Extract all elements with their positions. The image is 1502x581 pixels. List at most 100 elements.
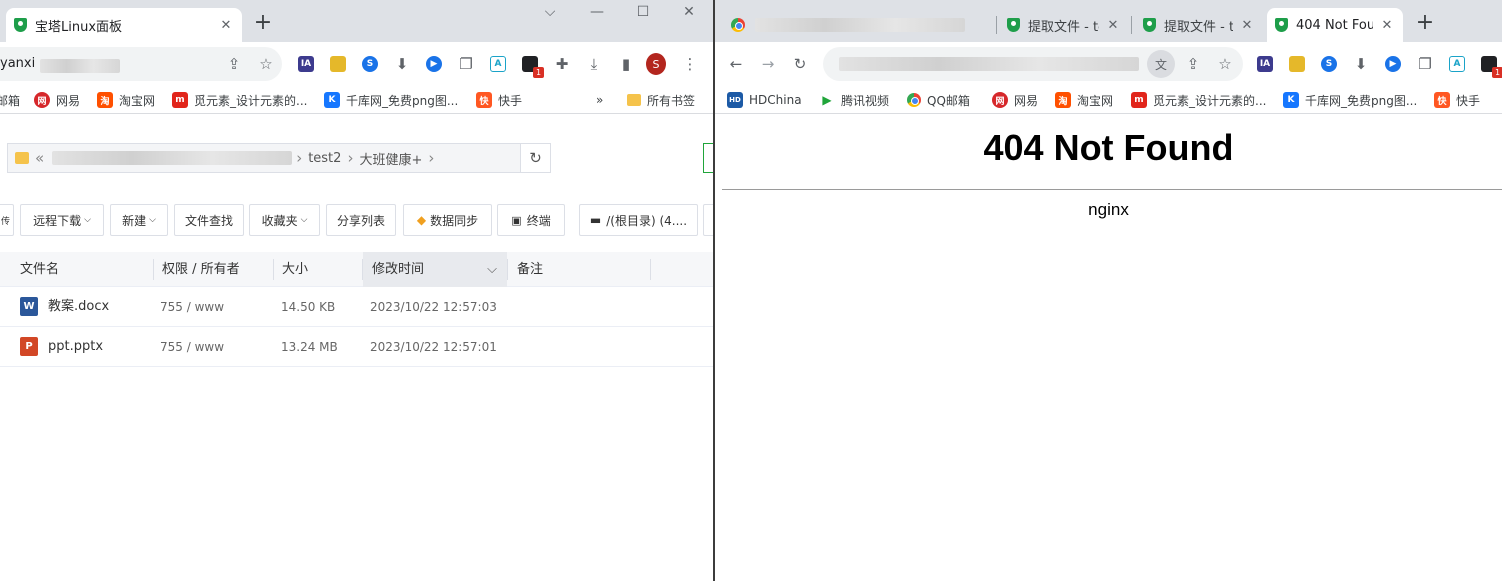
bookmark-hdchina[interactable]: HD HDChina xyxy=(727,91,802,109)
close-icon[interactable]: ✕ xyxy=(1105,18,1121,33)
translate-page-icon[interactable]: 文 xyxy=(1147,50,1175,78)
bookmarks-overflow-chevron-icon[interactable]: » xyxy=(596,91,603,109)
ia-extension-icon[interactable]: IA xyxy=(296,54,316,74)
badge-extension-icon[interactable]: 1 xyxy=(1479,54,1502,78)
divider xyxy=(722,189,1502,190)
puzzle-icon[interactable]: ✚ xyxy=(552,54,572,74)
tab-baota-panel[interactable]: 宝塔Linux面板 ✕ xyxy=(6,8,242,42)
maximize-button[interactable]: ☐ xyxy=(631,4,655,26)
bookmark-mi-yuansu[interactable]: m 觅元素_设计元素的... xyxy=(1131,91,1266,109)
star-icon[interactable]: ☆ xyxy=(256,54,276,74)
copy-extension-icon[interactable]: ❐ xyxy=(456,54,476,74)
breadcrumb-test2[interactable]: test2 xyxy=(308,151,341,166)
bookmark-netease[interactable]: 网网易 xyxy=(34,91,80,109)
breadcrumb-current[interactable]: 大班健康+ xyxy=(359,149,422,168)
bookmark-tencent-video[interactable]: ▶ 腾讯视频 xyxy=(819,91,889,109)
data-sync-button[interactable]: ◆ 数据同步 xyxy=(403,204,492,236)
new-button[interactable]: 新建 ⌵ xyxy=(110,204,168,236)
close-icon[interactable]: ✕ xyxy=(1379,18,1395,33)
reload-icon[interactable]: ↻ xyxy=(790,54,810,74)
column-filename[interactable]: 文件名 xyxy=(20,252,59,287)
side-panel-icon[interactable]: ▮ xyxy=(616,54,636,74)
forward-arrow-icon[interactable]: → xyxy=(758,54,778,74)
fox-extension-icon[interactable] xyxy=(328,54,348,74)
profile-avatar[interactable]: S xyxy=(646,53,666,75)
fox-extension-icon[interactable] xyxy=(1287,54,1307,74)
new-tab-button[interactable]: + xyxy=(1413,12,1437,36)
translate-extension-icon[interactable]: A xyxy=(488,54,508,74)
browser-toolbar: ← → ↻ 文 ⇪ ☆ IA S ⬇ ▶ ❐ A 1 xyxy=(715,42,1502,86)
ia-extension-icon[interactable]: IA xyxy=(1255,54,1275,74)
shazam-icon[interactable]: S xyxy=(1319,54,1339,74)
bookmark-qianku[interactable]: K 千库网_免费png图... xyxy=(1283,91,1417,109)
share-list-button[interactable]: 分享列表 xyxy=(326,204,396,236)
bookmark-qq-mail[interactable]: QQ邮箱 xyxy=(907,91,970,109)
blurred-url xyxy=(839,57,1139,71)
column-size[interactable]: 大小 xyxy=(282,252,308,287)
address-bar[interactable]: 文 ⇪ ☆ xyxy=(823,47,1243,81)
search-box-edge[interactable] xyxy=(703,143,713,173)
file-name[interactable]: 教案.docx xyxy=(48,287,109,327)
tab-extract-file-2[interactable]: 提取文件 - te ✕ xyxy=(1135,8,1263,42)
download-box-icon[interactable]: ⬇ xyxy=(1351,54,1371,74)
bookmark-mi-yuansu[interactable]: m 觅元素_设计元素的... xyxy=(172,91,307,109)
tab-search-chevron-icon[interactable]: ⌵ xyxy=(538,4,562,26)
close-icon[interactable]: ✕ xyxy=(218,18,234,33)
translate-extension-icon[interactable]: A xyxy=(1447,54,1467,74)
tab-404[interactable]: 404 Not Fou ✕ xyxy=(1267,8,1403,42)
disk-root-button[interactable]: ▬/(根目录) (4.... xyxy=(579,204,698,236)
close-window-button[interactable]: ✕ xyxy=(677,4,701,26)
terminal-button[interactable]: ▣ 终端 xyxy=(497,204,565,236)
file-search-button[interactable]: 文件查找 xyxy=(174,204,244,236)
bookmarks-bar: HD HDChina ▶ 腾讯视频 QQ邮箱 网网易 淘淘宝网 m 觅元素_设计元素的… xyxy=(715,86,1502,114)
star-icon[interactable]: ☆ xyxy=(1215,54,1235,74)
menu-kebab-icon[interactable]: ⋮ xyxy=(680,54,700,74)
refresh-icon[interactable]: ↻ xyxy=(520,144,550,172)
share-icon[interactable]: ⇪ xyxy=(224,54,244,74)
minimize-button[interactable]: — xyxy=(585,4,609,26)
back-arrow-icon[interactable]: ← xyxy=(726,54,746,74)
badge-extension-icon[interactable]: 1 xyxy=(520,54,544,78)
file-name[interactable]: ppt.pptx xyxy=(48,327,103,367)
table-row[interactable]: P ppt.pptx 755 / www 13.24 MB 2023/10/22… xyxy=(0,327,713,367)
column-permission[interactable]: 权限 / 所有者 xyxy=(162,252,240,287)
close-icon[interactable]: ✕ xyxy=(1239,18,1255,33)
shield-icon xyxy=(1275,18,1288,32)
shazam-icon[interactable]: S xyxy=(360,54,380,74)
bookmark-taobao[interactable]: 淘淘宝网 xyxy=(97,91,155,109)
shield-icon xyxy=(1007,18,1020,32)
share-icon[interactable]: ⇪ xyxy=(1183,54,1203,74)
remote-download-button[interactable]: 远程下载 ⌵ xyxy=(20,204,104,236)
column-modified-time[interactable]: 修改时间 ⌵ xyxy=(363,252,507,287)
double-chevron-left-icon[interactable]: « xyxy=(35,149,44,167)
table-row[interactable]: W 教案.docx 755 / www 14.50 KB 2023/10/22 … xyxy=(0,287,713,327)
chevron-right-icon: › xyxy=(296,149,303,167)
blurred-url xyxy=(40,59,120,73)
folder-icon xyxy=(15,152,29,164)
bookmark-kuaishou[interactable]: 快快手 xyxy=(476,91,522,109)
bookmark-mailbox[interactable]: 邮箱 xyxy=(0,91,20,109)
address-bar[interactable]: yanxi ⇪ ☆ xyxy=(0,47,282,81)
tab-extract-file-1[interactable]: 提取文件 - te ✕ xyxy=(999,8,1129,42)
video-extension-icon[interactable]: ▶ xyxy=(424,54,444,74)
copy-extension-icon[interactable]: ❐ xyxy=(1415,54,1435,74)
file-permission[interactable]: 755 / www xyxy=(160,327,224,367)
new-tab-button[interactable]: + xyxy=(251,12,275,36)
downloads-icon[interactable]: ⤓ xyxy=(584,54,604,74)
all-bookmarks-folder[interactable]: 所有书签 xyxy=(627,91,695,109)
column-remark[interactable]: 备注 xyxy=(517,252,543,287)
path-breadcrumb[interactable]: « › test2 › 大班健康+ › ↻ xyxy=(7,143,551,173)
tab-blurred[interactable] xyxy=(723,8,995,42)
terminal-icon: ▣ xyxy=(511,213,522,227)
extra-button-partial[interactable] xyxy=(703,204,713,236)
bookmark-netease[interactable]: 网网易 xyxy=(992,91,1038,109)
download-box-icon[interactable]: ⬇ xyxy=(392,54,412,74)
upload-button-partial[interactable]: 传 xyxy=(0,204,14,236)
favorites-button[interactable]: 收藏夹 ⌵ xyxy=(249,204,320,236)
bookmark-qianku[interactable]: K 千库网_免费png图... xyxy=(324,91,458,109)
file-permission[interactable]: 755 / www xyxy=(160,287,224,327)
bookmark-kuaishou[interactable]: 快快手 xyxy=(1434,91,1480,109)
right-browser-window: 提取文件 - te ✕ 提取文件 - te ✕ 404 Not Fou ✕ + … xyxy=(715,0,1502,581)
bookmark-taobao[interactable]: 淘淘宝网 xyxy=(1055,91,1113,109)
video-extension-icon[interactable]: ▶ xyxy=(1383,54,1403,74)
